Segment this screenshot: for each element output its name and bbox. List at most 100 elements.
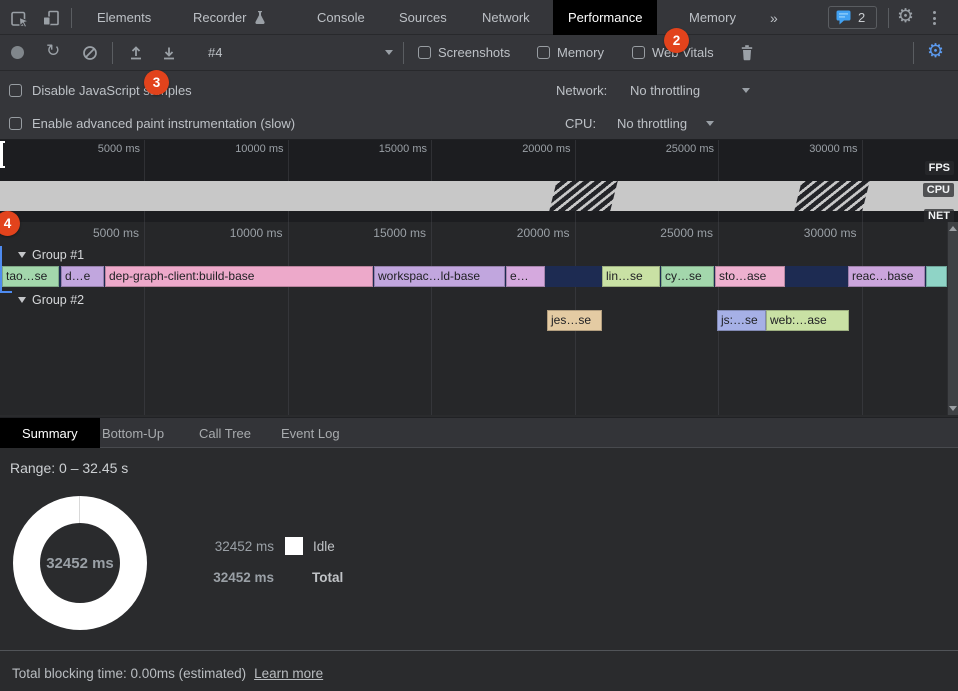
device-toolbar-icon[interactable] [41,8,61,28]
performance-toolbar: ↻ #4 Screenshots Memory Web Vitals [0,35,958,71]
tab-performance-active[interactable]: Performance [553,0,657,35]
toolbar-divider [888,8,889,28]
cpu-throttling-value[interactable]: No throttling [617,116,687,131]
notification-badge[interactable]: 2 [664,28,689,53]
flame-bar[interactable]: lin…se [602,266,660,287]
donut-total-label: 32452 ms [46,555,114,572]
flame-tick-label: 20000 ms [517,226,570,240]
toolbar-divider [913,42,914,64]
cpu-busy-region [794,181,869,211]
capture-settings-gear-icon[interactable]: ⚙ [927,42,944,61]
notification-badge[interactable]: 3 [144,70,169,95]
toolbar-divider [403,42,404,64]
reload-and-record-icon[interactable]: ↻ [46,43,60,60]
summary-panel: Range: 0 – 32.45 s 32452 ms 32452 ms Idl… [0,448,958,650]
overview-tick-label: 30000 ms [809,143,857,155]
issues-count: 2 [858,10,865,25]
scroll-down-arrow[interactable] [949,406,957,411]
memory-checkbox[interactable] [537,46,550,59]
flame-chart[interactable]: 5000 ms10000 ms15000 ms20000 ms25000 ms3… [0,222,958,415]
recorder-flask-icon [253,10,267,25]
flame-bar[interactable]: d…e [61,266,104,287]
overview-tick-label: 10000 ms [235,143,283,155]
tab-bottom-up[interactable]: Bottom-Up [102,426,164,441]
flame-bar[interactable]: sto…ase [715,266,785,287]
flame-bar[interactable]: reac…base [848,266,925,287]
memory-label: Memory [557,45,604,60]
tab-recorder[interactable]: Recorder [193,10,246,25]
clear-recording-icon[interactable] [82,45,98,61]
detail-tab-bar: Summary Bottom-Up Call Tree Event Log [0,417,958,448]
flame-bar[interactable]: js:…se [717,310,766,331]
cpu-throttling-label: CPU: [565,116,596,131]
tab-sources[interactable]: Sources [399,10,447,25]
history-dropdown-value[interactable]: #4 [208,45,222,60]
more-options-menu-icon[interactable] [933,11,936,25]
tab-call-tree[interactable]: Call Tree [199,426,251,441]
flame-bar[interactable]: dep-graph-client:build-base [105,266,373,287]
issues-counter-button[interactable]: 2 [828,6,877,29]
overview-left-handle[interactable] [0,141,5,168]
flame-vertical-scrollbar[interactable] [947,222,958,415]
more-tabs-chevron[interactable]: » [770,10,778,26]
history-dropdown-arrow[interactable] [385,50,393,55]
settings-gear-icon[interactable]: ⚙ [897,7,914,26]
trash-icon[interactable] [739,44,755,61]
advanced-paint-checkbox[interactable] [9,117,22,130]
donut-slice-separator [79,496,80,523]
tab-elements[interactable]: Elements [97,10,151,25]
disable-js-samples-checkbox[interactable] [9,84,22,97]
idle-time-value: 32452 ms [199,539,274,554]
timeline-overview[interactable]: 5000 ms10000 ms15000 ms20000 ms25000 ms3… [0,140,958,222]
overview-tick-label: 25000 ms [666,143,714,155]
load-profile-icon[interactable] [128,45,144,61]
net-lane-label: NET [924,209,954,223]
overview-tick-label: 20000 ms [522,143,570,155]
idle-color-swatch [285,537,303,555]
learn-more-link[interactable]: Learn more [254,666,323,681]
network-throttling-value[interactable]: No throttling [630,83,700,98]
tab-network[interactable]: Network [482,10,530,25]
flame-group1-header[interactable]: Group #1 [18,248,84,262]
flame-group1-track: tao…sed…edep-graph-client:build-basework… [0,266,947,287]
flame-bar[interactable] [926,266,947,287]
record-button[interactable] [11,46,24,59]
network-throttling-arrow[interactable] [742,88,750,93]
tab-event-log[interactable]: Event Log [281,426,340,441]
tab-summary-active[interactable]: Summary [0,418,100,448]
screenshots-label: Screenshots [438,45,510,60]
collapse-triangle-icon [18,252,26,258]
overview-tick-label: 5000 ms [98,143,140,155]
flame-tick-label: 10000 ms [230,226,283,240]
toolbar-divider [112,42,113,64]
flame-group2-track: jes…se js:…seweb:…ase [0,310,947,331]
advanced-paint-label: Enable advanced paint instrumentation (s… [32,116,295,131]
flame-tick-label: 30000 ms [804,226,857,240]
cpu-throttling-arrow[interactable] [706,121,714,126]
save-profile-icon[interactable] [161,45,177,61]
flame-tick-label: 15000 ms [373,226,426,240]
flame-bar[interactable]: jes…se [547,310,602,331]
inspect-element-icon[interactable] [10,8,30,28]
total-label: Total [312,570,343,585]
track-selection-bracket [0,246,12,293]
donut-hole: 32452 ms [40,523,120,603]
flame-bar[interactable]: web:…ase [766,310,849,331]
flame-bar[interactable]: cy…se [661,266,714,287]
web-vitals-checkbox[interactable] [632,46,645,59]
screenshots-checkbox[interactable] [418,46,431,59]
range-text: Range: 0 – 32.45 s [10,460,128,476]
flame-group2-header[interactable]: Group #2 [18,293,84,307]
tab-console[interactable]: Console [317,10,365,25]
tab-memory[interactable]: Memory [689,10,736,25]
flame-bar[interactable]: e… [506,266,545,287]
scroll-up-arrow[interactable] [949,226,957,231]
toolbar-divider [71,8,72,28]
fps-lane-label: FPS [925,161,954,175]
issues-chat-icon [836,10,852,25]
cpu-activity-band [0,181,958,211]
devtools-window: Elements Recorder Console Sources Networ… [0,0,958,691]
flame-bar[interactable]: workspac…ld-base [374,266,505,287]
devtools-tab-bar: Elements Recorder Console Sources Networ… [0,0,958,35]
total-time-value: 32452 ms [199,570,274,585]
